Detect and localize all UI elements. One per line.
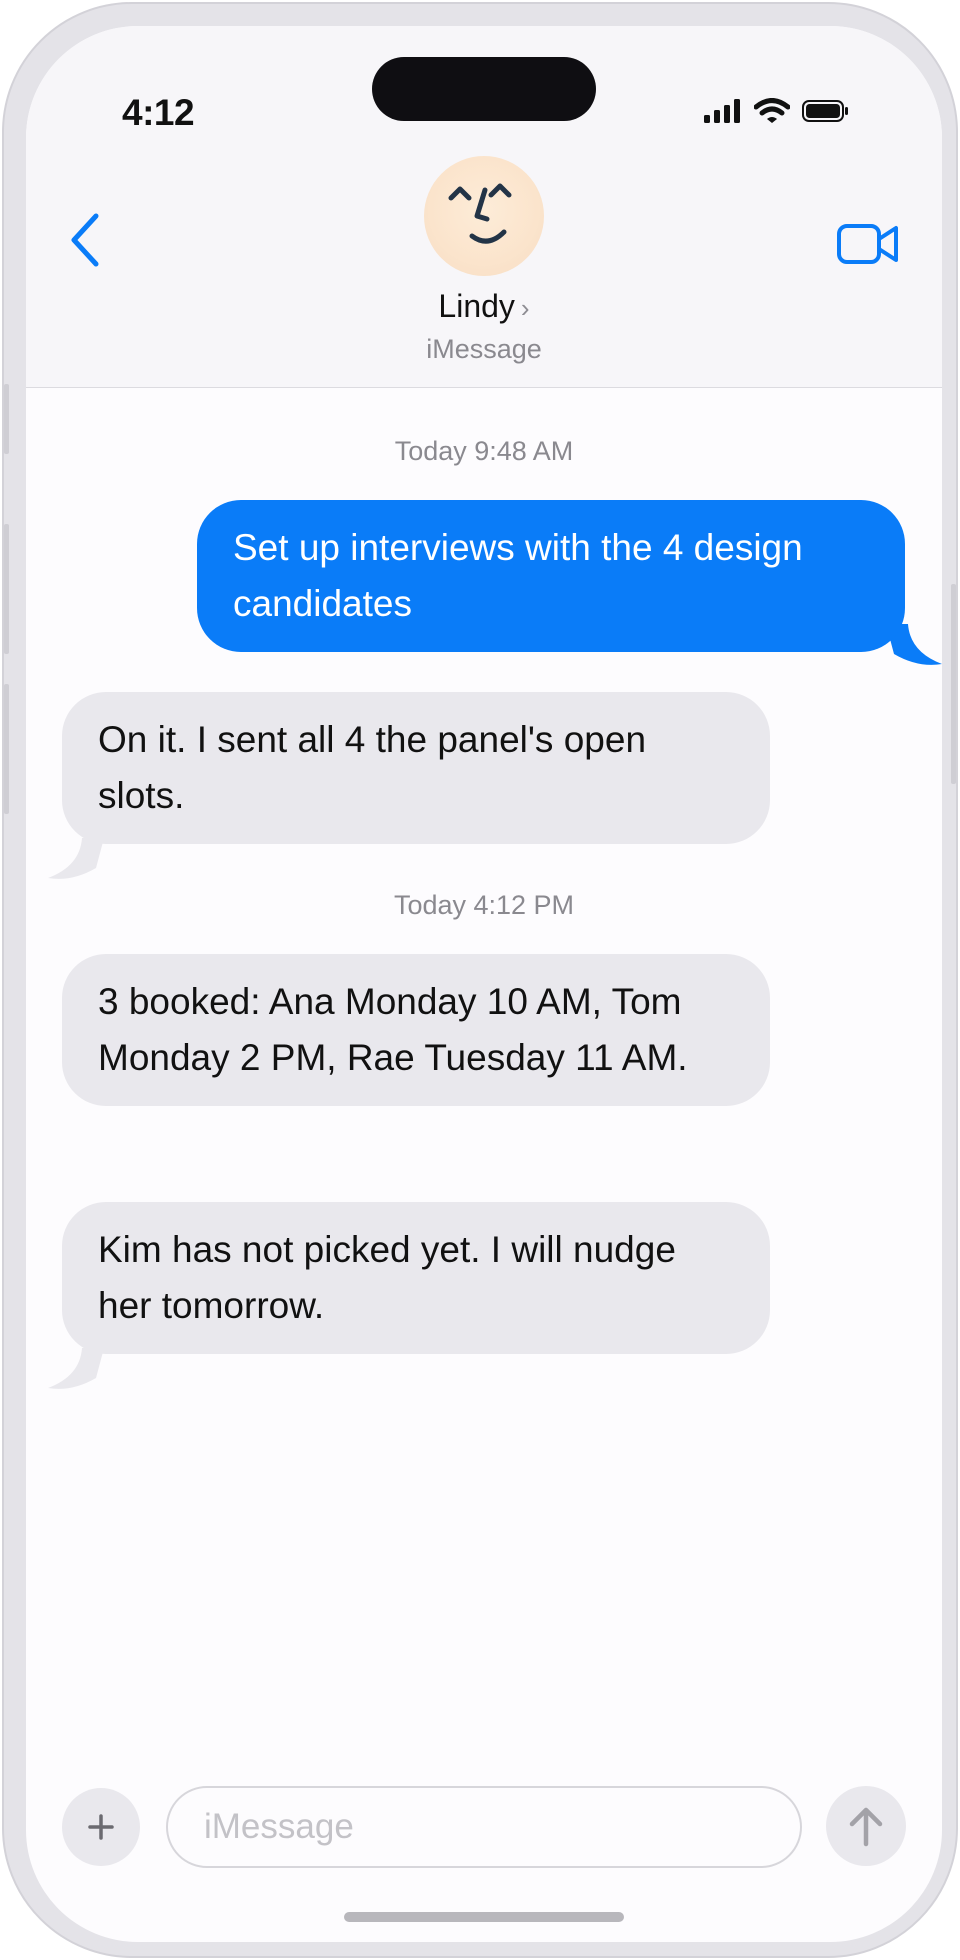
smiley-face-avatar: [448, 183, 512, 244]
incoming-bubble-tail: [48, 838, 104, 879]
battery-icon: [802, 100, 848, 122]
back-button[interactable]: [64, 212, 108, 268]
action-button: [4, 384, 9, 454]
status-icons: [704, 98, 850, 124]
conversation-header: 4:12 Lindy › iMessage: [26, 26, 942, 388]
chevron-right-icon: ›: [520, 293, 530, 323]
screen: 4:12 Lindy › iMessage Today 9:48 AM Set …: [26, 26, 942, 1942]
contact-name: Lindy: [438, 288, 515, 324]
incoming-bubble-tail: [48, 1348, 104, 1389]
home-indicator[interactable]: [344, 1912, 624, 1922]
status-time: 4:12: [122, 92, 195, 133]
contact-name-row[interactable]: Lindy ›: [26, 288, 942, 325]
dynamic-island: [372, 57, 596, 121]
timestamp: Today 4:12 PM: [393, 890, 575, 920]
volume-down-button: [4, 684, 9, 814]
arrow-up-icon: [849, 1807, 883, 1847]
contact-avatar[interactable]: [424, 156, 544, 276]
chevron-left-icon: [71, 213, 99, 267]
volume-up-button: [4, 524, 9, 654]
wifi-icon: [754, 98, 790, 123]
timestamp: Today 9:48 AM: [394, 436, 574, 466]
service-label: iMessage: [426, 334, 542, 364]
message-input[interactable]: [166, 1786, 802, 1868]
phone-frame: 4:12 Lindy › iMessage Today 9:48 AM Set …: [2, 2, 958, 1958]
outgoing-message[interactable]: Set up interviews with the 4 design cand…: [197, 500, 905, 652]
video-call-button[interactable]: [836, 222, 900, 266]
plus-icon: [88, 1814, 114, 1840]
cellular-signal-icon: [704, 99, 740, 123]
send-button[interactable]: [826, 1786, 906, 1866]
video-camera-icon: [837, 224, 898, 264]
side-button: [951, 584, 956, 784]
incoming-message[interactable]: Kim has not picked yet. I will nudge her…: [62, 1202, 770, 1354]
incoming-message[interactable]: 3 booked: Ana Monday 10 AM, Tom Monday 2…: [62, 954, 770, 1106]
incoming-message[interactable]: On it. I sent all 4 the panel's open slo…: [62, 692, 770, 844]
add-attachment-button[interactable]: [62, 1788, 140, 1866]
